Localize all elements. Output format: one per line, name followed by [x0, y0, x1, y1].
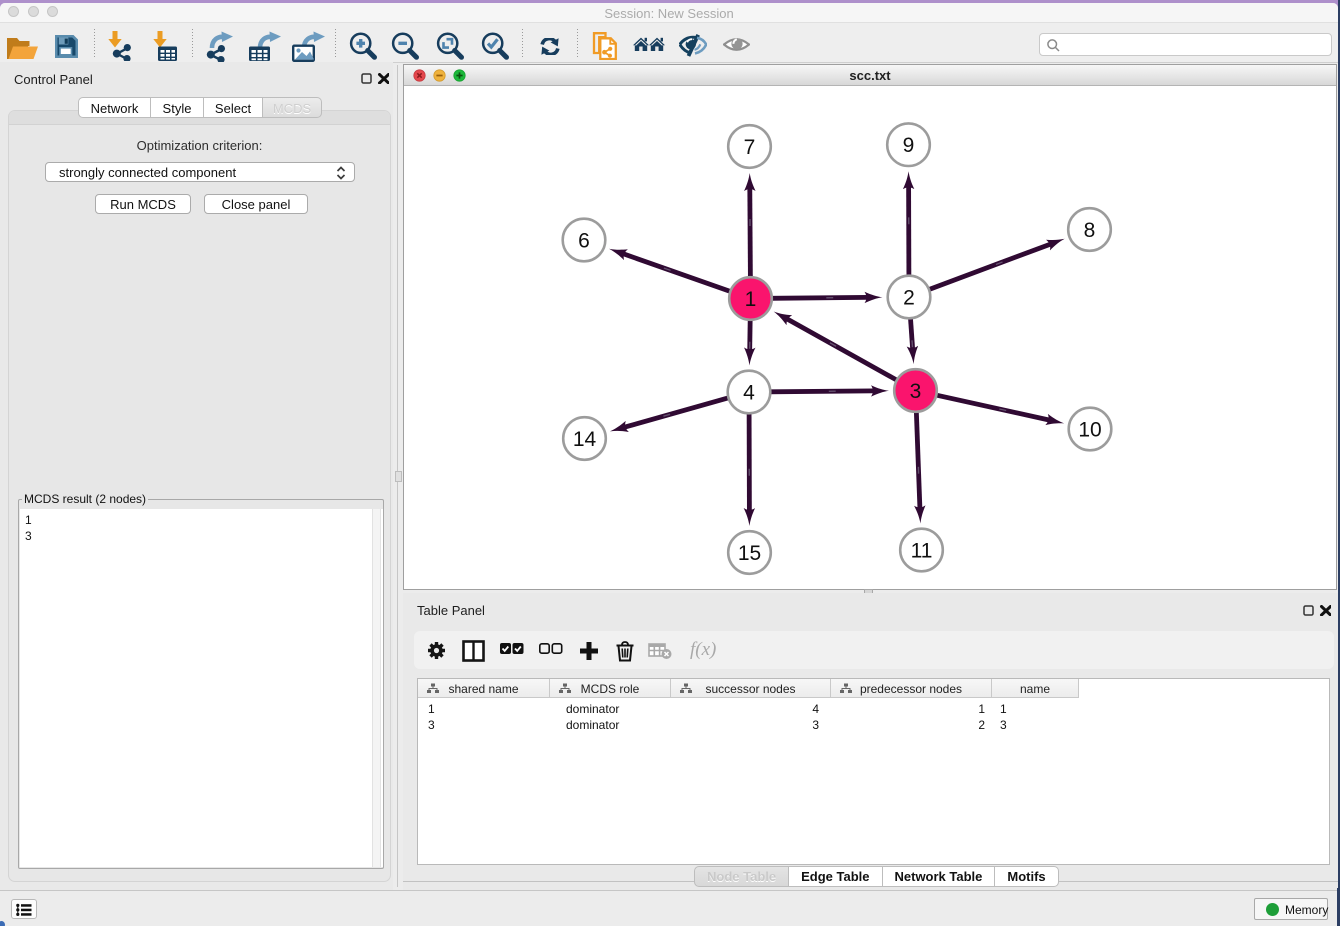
svg-text:8: 8 — [1084, 219, 1096, 242]
svg-text:15: 15 — [738, 542, 761, 565]
svg-text:7: 7 — [744, 136, 756, 159]
svg-text:2: 2 — [903, 287, 915, 310]
svg-text:9: 9 — [903, 134, 915, 157]
svg-text:6: 6 — [578, 230, 590, 253]
svg-text:10: 10 — [1078, 419, 1101, 442]
svg-text:1: 1 — [745, 288, 757, 311]
svg-text:11: 11 — [911, 540, 933, 563]
svg-text:4: 4 — [743, 382, 755, 405]
svg-text:14: 14 — [573, 428, 597, 451]
svg-text:3: 3 — [910, 380, 922, 403]
